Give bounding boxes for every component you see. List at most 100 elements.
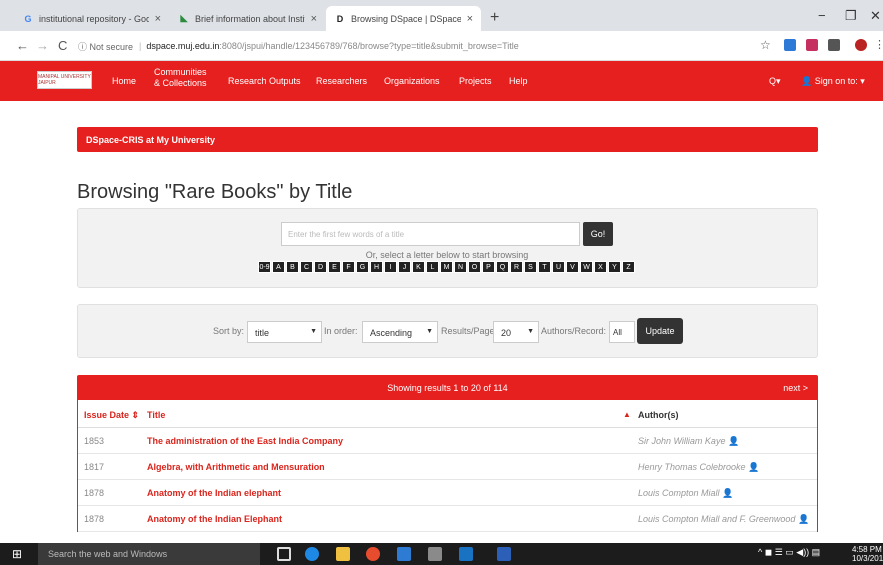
letter-jump-l[interactable]: L: [426, 261, 439, 273]
app-icon[interactable]: [397, 547, 411, 561]
letter-jump-u[interactable]: U: [552, 261, 565, 273]
letter-jump-h[interactable]: H: [370, 261, 383, 273]
tab-label: Browsing DSpace | DSpace-CRIS: [351, 13, 461, 24]
letter-jump-x[interactable]: X: [594, 261, 607, 273]
nav-projects[interactable]: Projects: [459, 76, 492, 87]
letter-jump-o[interactable]: O: [468, 261, 481, 273]
edge-icon[interactable]: [305, 547, 319, 561]
taskbar-search-input[interactable]: Search the web and Windows: [38, 543, 260, 565]
close-icon[interactable]: ×: [467, 13, 473, 25]
row-authors[interactable]: Sir John William Kaye 👤: [638, 436, 739, 447]
letter-jump-b[interactable]: B: [286, 261, 299, 273]
row-title-link[interactable]: Algebra, with Arithmetic and Mensuration: [147, 462, 325, 472]
letter-jump-z[interactable]: Z: [622, 261, 635, 273]
university-logo[interactable]: MANIPAL UNIVERSITY JAIPUR: [37, 71, 92, 89]
nav-home[interactable]: Home: [112, 76, 136, 87]
letter-jump-f[interactable]: F: [342, 261, 355, 273]
row-authors[interactable]: Henry Thomas Colebrooke 👤: [638, 462, 759, 473]
nav-communities-line1: Communities: [154, 67, 207, 77]
letter-jump-t[interactable]: T: [538, 261, 551, 273]
minimize-button[interactable]: −: [818, 8, 826, 23]
file-explorer-icon[interactable]: [336, 547, 350, 561]
letter-jump-0-9[interactable]: 0-9: [258, 261, 271, 273]
back-button[interactable]: ←: [16, 38, 29, 53]
col-issue-date[interactable]: Issue Date ⇕: [84, 410, 139, 421]
nav-organizations[interactable]: Organizations: [384, 76, 440, 87]
col-title[interactable]: Title: [147, 410, 165, 420]
letter-jump-g[interactable]: G: [356, 261, 369, 273]
reload-button[interactable]: C: [58, 38, 67, 53]
close-icon[interactable]: ×: [311, 13, 317, 25]
next-page-link[interactable]: next >: [783, 383, 808, 393]
user-icon: 👤: [748, 462, 760, 472]
bookmark-star-icon[interactable]: ☆: [760, 38, 771, 52]
sign-on-dropdown[interactable]: 👤 Sign on to: ▾: [801, 76, 865, 87]
tab-label: Brief information about Instituti: [195, 13, 305, 24]
outlook-icon[interactable]: [459, 547, 473, 561]
tab-browsing-dspace[interactable]: D Browsing DSpace | DSpace-CRIS ×: [326, 6, 481, 31]
system-clock[interactable]: 4:58 PM 10/3/201: [852, 545, 883, 563]
row-authors[interactable]: Louis Compton Miall 👤: [638, 488, 733, 499]
letter-jump-c[interactable]: C: [300, 261, 313, 273]
close-window-button[interactable]: ✕: [870, 8, 881, 24]
results-header: Showing results 1 to 20 of 114 next >: [77, 375, 818, 400]
not-secure-indicator[interactable]: ⓘ Not secure: [78, 40, 133, 53]
letter-jump-y[interactable]: Y: [608, 261, 621, 273]
letter-jump-e[interactable]: E: [328, 261, 341, 273]
extension-icon[interactable]: [784, 39, 796, 51]
letter-jump-k[interactable]: K: [412, 261, 425, 273]
chrome-icon[interactable]: [366, 547, 380, 561]
results-rows: 1853 The administration of the East India…: [78, 428, 817, 532]
tab-google[interactable]: G institutional repository - Google ×: [14, 6, 169, 31]
letter-jump-i[interactable]: I: [384, 261, 397, 273]
nav-help[interactable]: Help: [509, 76, 528, 87]
letter-jump-q[interactable]: Q: [496, 261, 509, 273]
word-icon[interactable]: [497, 547, 511, 561]
nav-research-outputs[interactable]: Research Outputs: [228, 76, 301, 87]
letter-jump-j[interactable]: J: [398, 261, 411, 273]
caret-down-icon: ▼: [426, 328, 433, 335]
row-authors[interactable]: Louis Compton Miall and F. Greenwood 👤: [638, 514, 809, 525]
app-icon[interactable]: [428, 547, 442, 561]
authors-per-record-select[interactable]: All: [609, 321, 635, 343]
update-button[interactable]: Update: [637, 318, 683, 344]
sort-indicator-icon: ▲: [623, 410, 631, 419]
order-select[interactable]: Ascending ▼: [362, 321, 438, 343]
extension-icon[interactable]: [828, 39, 840, 51]
extension-icon[interactable]: [806, 39, 818, 51]
windows-start-icon[interactable]: ⊞: [12, 547, 22, 561]
new-tab-button[interactable]: +: [490, 9, 499, 27]
letter-jump-r[interactable]: R: [510, 261, 523, 273]
letter-jump-a[interactable]: A: [272, 261, 285, 273]
letter-jump-v[interactable]: V: [566, 261, 579, 273]
nav-researchers[interactable]: Researchers: [316, 76, 367, 87]
letter-jump-w[interactable]: W: [580, 261, 593, 273]
row-title-link[interactable]: Anatomy of the Indian elephant: [147, 488, 281, 498]
close-icon[interactable]: ×: [155, 13, 161, 25]
menu-icon[interactable]: ⋮: [874, 38, 883, 51]
sort-by-select[interactable]: title ▼: [247, 321, 322, 343]
page-title: Browsing "Rare Books" by Title: [77, 181, 353, 203]
profile-avatar[interactable]: [855, 39, 867, 51]
task-view-icon[interactable]: [277, 547, 291, 561]
letter-jump-d[interactable]: D: [314, 261, 327, 273]
row-title-link[interactable]: Anatomy of the Indian Elephant: [147, 514, 282, 524]
url-field[interactable]: ⓘ Not secure | dspace.muj.edu.in :8080/j…: [78, 36, 750, 56]
title-search-input[interactable]: Enter the first few words of a title: [281, 222, 580, 246]
nav-communities-collections[interactable]: Communities & Collections: [154, 67, 207, 89]
restore-button[interactable]: ❐: [845, 8, 857, 24]
authors-per-record-label: Authors/Record:: [541, 326, 607, 336]
search-icon[interactable]: Q▾: [769, 76, 781, 87]
letter-jump-p[interactable]: P: [482, 261, 495, 273]
go-button[interactable]: Go!: [583, 222, 613, 246]
forward-button[interactable]: →: [36, 38, 49, 53]
clock-date: 10/3/201: [852, 554, 883, 563]
row-title-link[interactable]: The administration of the East India Com…: [147, 436, 343, 446]
tab-brief-info[interactable]: ◣ Brief information about Instituti ×: [170, 6, 325, 31]
results-per-page-select[interactable]: 20 ▼: [493, 321, 539, 343]
letter-jump-m[interactable]: M: [440, 261, 453, 273]
system-tray-icons[interactable]: ^ ◼ ☰ ▭ ◀)) ▤: [758, 547, 820, 558]
row-issue-date: 1878: [84, 514, 105, 524]
letter-jump-n[interactable]: N: [454, 261, 467, 273]
letter-jump-s[interactable]: S: [524, 261, 537, 273]
